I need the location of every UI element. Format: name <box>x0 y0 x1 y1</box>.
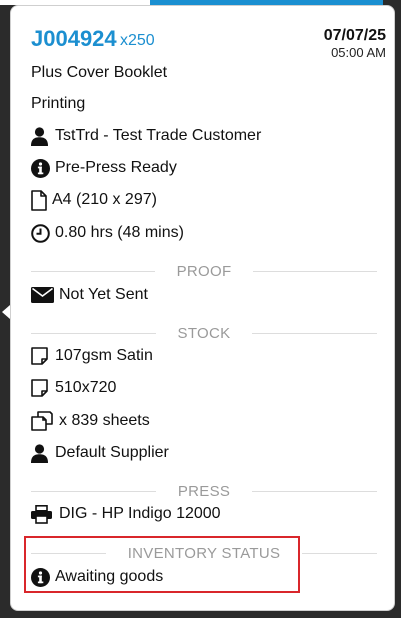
press-section-header: PRESS <box>31 482 378 500</box>
divider <box>253 270 377 272</box>
supplier-name: Default Supplier <box>55 444 169 461</box>
press-row: DIG - HP Indigo 12000 <box>31 503 221 525</box>
envelope-icon <box>31 284 55 306</box>
customer-name: TstTrd - Test Trade Customer <box>55 127 262 144</box>
job-status: Pre-Press Ready <box>55 159 177 176</box>
duration-row: 0.80 hrs (48 mins) <box>31 222 184 244</box>
copy-icon <box>31 410 55 432</box>
press-machine: DIG - HP Indigo 12000 <box>59 505 221 522</box>
divider <box>252 332 377 334</box>
sheet-size-row: 510x720 <box>31 377 116 399</box>
stock-section-header: STOCK <box>31 324 377 342</box>
job-time: 05:00 AM <box>331 45 386 60</box>
sheet-icon <box>31 345 51 367</box>
job-duration: 0.80 hrs (48 mins) <box>55 224 184 241</box>
clock-icon <box>31 222 51 244</box>
page-size: A4 (210 x 297) <box>52 191 157 208</box>
divider <box>302 552 377 554</box>
inventory-highlight-box <box>24 536 300 593</box>
paper-type: 107gsm Satin <box>55 347 153 364</box>
divider <box>31 332 156 334</box>
product-name: Plus Cover Booklet <box>31 64 168 81</box>
printer-icon <box>31 503 55 525</box>
popup-pointer <box>2 305 10 319</box>
job-number[interactable]: J004924 <box>31 26 117 52</box>
divider <box>252 490 378 492</box>
job-stage: Printing <box>31 95 86 112</box>
user-icon <box>31 442 51 464</box>
divider <box>31 490 156 492</box>
section-title: STOCK <box>177 324 231 342</box>
job-date: 07/07/25 <box>323 27 386 44</box>
sheet-size: 510x720 <box>55 379 117 396</box>
divider <box>31 270 155 272</box>
job-quantity: x250 <box>120 32 155 49</box>
user-icon <box>31 125 51 147</box>
sheet-count: x 839 sheets <box>59 412 150 429</box>
proof-row: Not Yet Sent <box>31 284 148 306</box>
section-title: PROOF <box>176 262 232 280</box>
size-row: A4 (210 x 297) <box>31 189 157 211</box>
proof-status: Not Yet Sent <box>59 286 148 303</box>
supplier-row: Default Supplier <box>31 442 169 464</box>
info-icon <box>31 157 51 179</box>
section-title: PRESS <box>177 482 231 500</box>
sheet-icon <box>31 377 51 399</box>
proof-section-header: PROOF <box>31 262 377 280</box>
job-details-popup: J004924 x250 07/07/25 05:00 AM Plus Cove… <box>10 5 395 611</box>
customer-row: TstTrd - Test Trade Customer <box>31 125 261 147</box>
status-row: Pre-Press Ready <box>31 157 177 179</box>
paper-row: 107gsm Satin <box>31 345 153 367</box>
sheets-row: x 839 sheets <box>31 410 150 432</box>
file-icon <box>31 189 51 211</box>
